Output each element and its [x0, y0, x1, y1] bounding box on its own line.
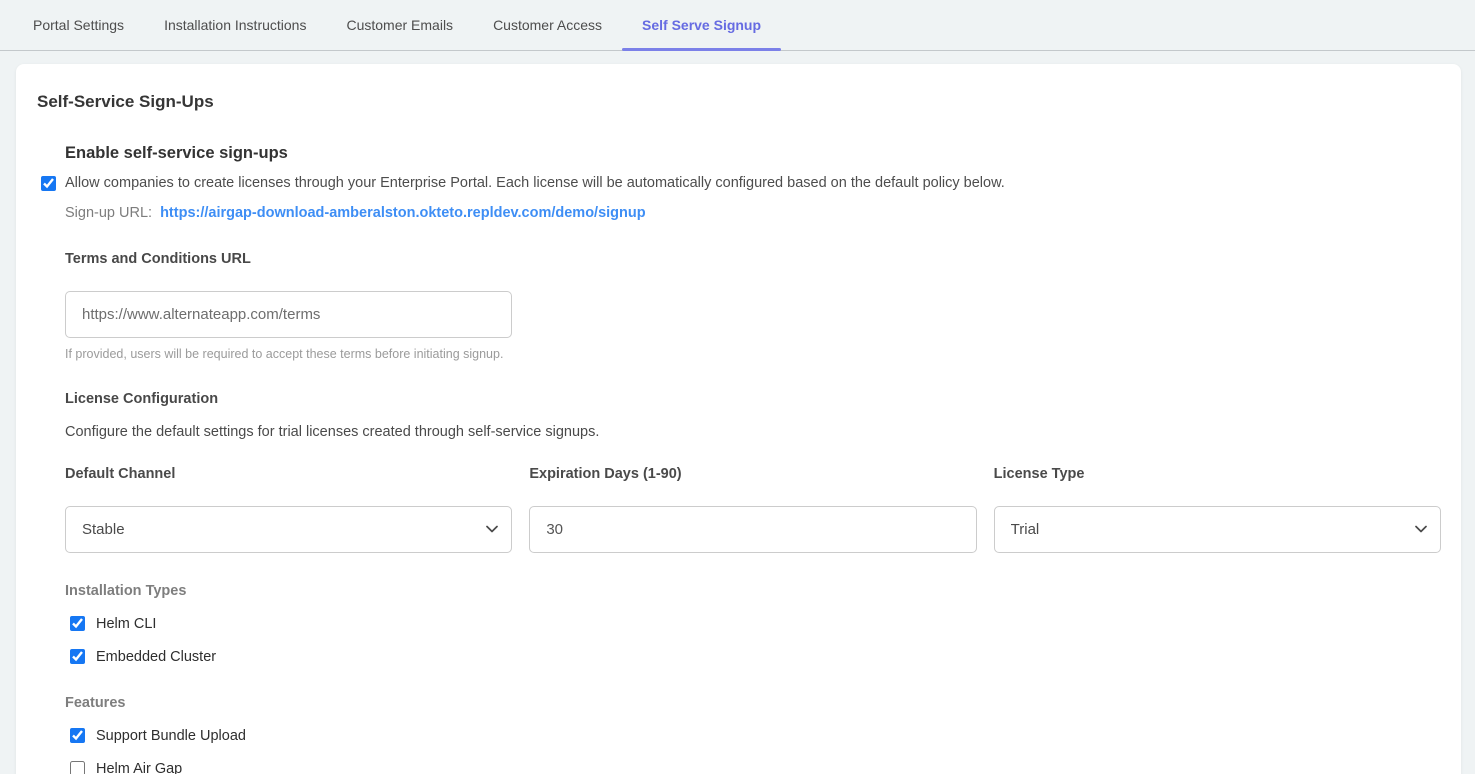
- terms-url-input[interactable]: [65, 291, 512, 338]
- terms-url-label: Terms and Conditions URL: [65, 251, 1441, 267]
- tab-customer-access[interactable]: Customer Access: [473, 0, 622, 50]
- expiration-days-label: Expiration Days (1-90): [529, 466, 976, 482]
- feature-helm-air-gap[interactable]: Helm Air Gap: [70, 761, 182, 774]
- signup-url-line: Sign-up URL: https://airgap-download-amb…: [65, 205, 1441, 221]
- enable-signups-checkbox[interactable]: [41, 176, 56, 191]
- expiration-days-input[interactable]: [529, 506, 976, 553]
- feature-support-bundle-upload[interactable]: Support Bundle Upload: [70, 728, 246, 744]
- installation-type-embedded-cluster[interactable]: Embedded Cluster: [70, 649, 216, 665]
- tab-portal-settings[interactable]: Portal Settings: [13, 0, 144, 50]
- license-type-field: License Type Trial: [994, 466, 1441, 553]
- self-serve-signup-panel: Self-Service Sign-Ups Enable self-servic…: [16, 64, 1461, 774]
- default-channel-label: Default Channel: [65, 466, 512, 482]
- license-configuration-description: Configure the default settings for trial…: [65, 424, 1441, 440]
- helm-cli-checkbox[interactable]: [70, 616, 85, 631]
- tab-customer-emails[interactable]: Customer Emails: [326, 0, 473, 50]
- enable-signups-description: Allow companies to create licenses throu…: [65, 174, 1005, 194]
- enable-signups-heading: Enable self-service sign-ups: [65, 144, 1441, 163]
- default-channel-select[interactable]: Stable: [65, 506, 512, 553]
- helm-cli-label: Helm CLI: [96, 616, 156, 632]
- expiration-days-field: Expiration Days (1-90): [529, 466, 976, 553]
- tab-installation-instructions[interactable]: Installation Instructions: [144, 0, 326, 50]
- tab-bar: Portal Settings Installation Instruction…: [0, 0, 1475, 51]
- signup-url-link[interactable]: https://airgap-download-amberalston.okte…: [160, 205, 646, 221]
- helm-air-gap-label: Helm Air Gap: [96, 761, 182, 774]
- installation-type-helm-cli[interactable]: Helm CLI: [70, 616, 156, 632]
- support-bundle-upload-label: Support Bundle Upload: [96, 728, 246, 744]
- features-group: Support Bundle Upload Helm Air Gap: [70, 728, 1441, 774]
- support-bundle-upload-checkbox[interactable]: [70, 728, 85, 743]
- helm-air-gap-checkbox[interactable]: [70, 761, 85, 774]
- embedded-cluster-label: Embedded Cluster: [96, 649, 216, 665]
- tab-self-serve-signup[interactable]: Self Serve Signup: [622, 0, 781, 50]
- license-type-select[interactable]: Trial: [994, 506, 1441, 553]
- terms-url-help-text: If provided, users will be required to a…: [65, 347, 1441, 361]
- signup-url-label: Sign-up URL:: [65, 205, 152, 221]
- features-label: Features: [65, 695, 1441, 711]
- license-config-fields: Default Channel Stable Expiration Days (…: [65, 466, 1441, 553]
- embedded-cluster-checkbox[interactable]: [70, 649, 85, 664]
- license-type-label: License Type: [994, 466, 1441, 482]
- page-title: Self-Service Sign-Ups: [37, 92, 1441, 112]
- enable-signups-row[interactable]: Allow companies to create licenses throu…: [41, 174, 1441, 194]
- installation-types-label: Installation Types: [65, 583, 1441, 599]
- installation-types-group: Helm CLI Embedded Cluster: [70, 616, 1441, 665]
- default-channel-field: Default Channel Stable: [65, 466, 512, 553]
- license-configuration-label: License Configuration: [65, 391, 1441, 407]
